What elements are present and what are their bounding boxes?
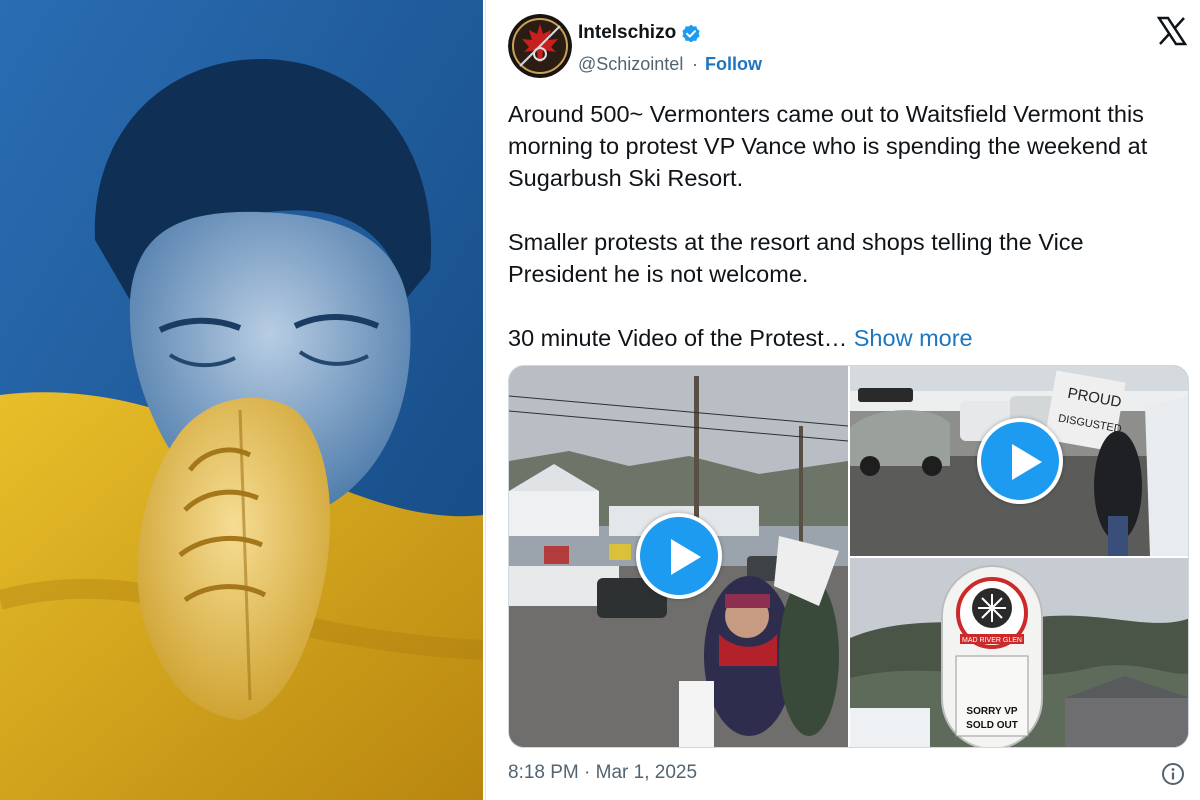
video-thumbnail-protest-street[interactable] [509, 366, 848, 747]
play-icon[interactable] [636, 513, 722, 599]
author-avatar[interactable] [508, 14, 572, 78]
tweet-timestamp[interactable]: 8:18 PM · Mar 1, 2025 [508, 762, 697, 784]
ukraine-prayer-photo [0, 0, 483, 800]
follow-button[interactable]: Follow [705, 54, 762, 75]
media-grid: PROUD DISGUSTED MAD RIVER GLEN SORRY VP … [508, 365, 1189, 748]
show-more-link[interactable]: Show more [854, 325, 973, 351]
marquee-line-1: SORRY VP [966, 706, 1017, 717]
tweet-card: Intelschizo @Schizointel · Follow Around… [485, 0, 1200, 800]
marquee-line-2: SOLD OUT [966, 720, 1018, 731]
tweet-paragraph-3: 30 minute Video of the Protest… Show mor… [508, 322, 1188, 354]
photo-mad-river-glen-sign[interactable]: MAD RIVER GLEN SORRY VP SOLD OUT [850, 558, 1188, 747]
author-display-name[interactable]: Intelschizo [578, 22, 676, 44]
play-icon[interactable] [977, 418, 1063, 504]
x-logo-icon[interactable] [1156, 16, 1188, 46]
author-handle[interactable]: @Schizointel [578, 54, 683, 75]
video-thumbnail-protest-sign[interactable]: PROUD DISGUSTED [850, 366, 1188, 556]
tweet-paragraph-2: Smaller protests at the resort and shops… [508, 229, 1084, 287]
tweet-body: Around 500~ Vermonters came out to Waits… [508, 98, 1188, 354]
info-icon[interactable] [1161, 762, 1185, 786]
resort-sign-text: MAD RIVER GLEN [962, 637, 1022, 644]
verified-badge-icon [681, 24, 701, 44]
handle-separator: · [692, 54, 698, 74]
tweet-paragraph-1: Around 500~ Vermonters came out to Waits… [508, 101, 1148, 191]
tweet-paragraph-3-text: 30 minute Video of the Protest… [508, 325, 848, 351]
